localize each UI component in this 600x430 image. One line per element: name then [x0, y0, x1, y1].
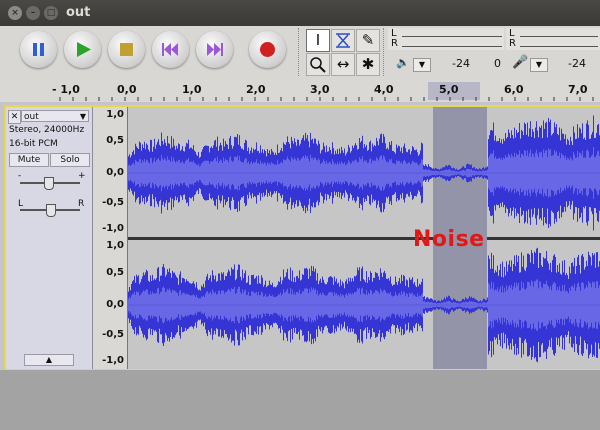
channel-divider — [128, 237, 600, 240]
minimize-window-icon[interactable]: – — [26, 6, 40, 20]
scale-label: -0,5 — [102, 329, 124, 340]
skip-start-icon — [152, 31, 189, 68]
meter-bar — [402, 29, 502, 37]
time-shift-tool-icon[interactable]: ↔ — [331, 53, 355, 76]
mute-button[interactable]: Mute — [9, 153, 49, 167]
pause-icon — [20, 31, 57, 68]
scale-label: 1,0 — [106, 240, 124, 251]
gain-plus-label: + — [78, 171, 86, 181]
multi-tool-icon[interactable]: ✱ — [356, 53, 380, 76]
record-level: -24 — [568, 57, 586, 70]
speaker-icon: 🔈 — [396, 56, 410, 69]
track-name-menu[interactable]: out ▼ — [21, 110, 89, 122]
scale-label: -0,5 — [102, 197, 124, 208]
scale-label: 0,0 — [106, 299, 124, 310]
pan-left-label: L — [18, 199, 24, 209]
playback-meter[interactable]: L R — [388, 28, 504, 50]
gain-minus-label: - — [18, 171, 22, 181]
scale-label: -1,0 — [102, 355, 124, 366]
timeline-ruler[interactable]: - 1,0 0,0 1,0 2,0 3,0 4,0 5,0 6,0 7,0 — [0, 80, 600, 103]
scale-label: 0,0 — [106, 167, 124, 178]
playback-level-mid: 0 — [494, 57, 501, 70]
toolbar-separator — [298, 28, 303, 76]
track-area: ✕ out ▼ Stereo, 24000Hz 16-bit PCM Mute … — [0, 102, 600, 371]
close-track-icon[interactable]: ✕ — [8, 110, 21, 124]
chevron-down-icon: ▼ — [79, 112, 86, 121]
microphone-icon: 🎤 — [512, 55, 529, 70]
scale-label: 1,0 — [106, 109, 124, 120]
audio-track[interactable]: ✕ out ▼ Stereo, 24000Hz 16-bit PCM Mute … — [4, 105, 600, 371]
collapse-arrow-icon: ▲ — [45, 355, 53, 364]
scale-label: 0,5 — [106, 267, 124, 278]
amplitude-scale: 1,0 0,5 0,0 -0,5 -1,0 1,0 0,5 0,0 -0,5 -1,0 — [93, 107, 128, 369]
playback-level-left: -24 — [452, 57, 470, 70]
waveform-display[interactable] — [128, 107, 600, 369]
meter-bar — [402, 39, 502, 47]
toolbar: I ✎ ↔ ✱ L R L R 🔈 ▼ -24 0 🎤 ▼ -24 — [0, 26, 600, 81]
pan-slider-thumb[interactable] — [46, 204, 56, 217]
scale-label: -1,0 — [102, 223, 124, 234]
track-control-panel: ✕ out ▼ Stereo, 24000Hz 16-bit PCM Mute … — [6, 107, 93, 369]
pause-button[interactable] — [20, 31, 57, 68]
close-window-icon[interactable]: × — [8, 6, 22, 20]
meter-r-label: R — [509, 38, 516, 49]
skip-end-icon — [196, 31, 233, 68]
record-meter-dropdown[interactable]: ▼ — [530, 58, 548, 72]
collapse-track-button[interactable]: ▲ — [24, 354, 74, 366]
noise-annotation: Noise — [413, 227, 485, 252]
skip-to-start-button[interactable] — [152, 31, 189, 68]
play-button[interactable] — [64, 31, 101, 68]
meter-bar — [520, 39, 598, 47]
meter-bar — [520, 29, 598, 37]
stop-icon — [108, 31, 145, 68]
title-bar: × – □ out — [0, 0, 600, 26]
selection-tool-icon[interactable]: I — [306, 29, 330, 52]
zoom-tool-icon[interactable] — [306, 53, 330, 76]
track-bitdepth: 16-bit PCM — [9, 139, 58, 149]
record-icon — [249, 31, 286, 68]
playback-meter-dropdown[interactable]: ▼ — [413, 58, 431, 72]
stop-button[interactable] — [108, 31, 145, 68]
scale-label: 0,5 — [106, 135, 124, 146]
meter-r-label: R — [391, 38, 398, 49]
solo-button[interactable]: Solo — [50, 153, 90, 167]
pan-right-label: R — [78, 199, 85, 209]
play-icon — [64, 31, 101, 68]
record-button[interactable] — [249, 31, 286, 68]
envelope-tool-icon[interactable] — [331, 29, 355, 52]
skip-to-end-button[interactable] — [196, 31, 233, 68]
record-meter[interactable]: L R — [506, 28, 600, 50]
track-name: out — [24, 112, 39, 122]
maximize-window-icon[interactable]: □ — [44, 6, 58, 20]
track-format: Stereo, 24000Hz — [9, 125, 85, 135]
draw-tool-icon[interactable]: ✎ — [356, 29, 380, 52]
empty-workspace — [0, 370, 600, 430]
gain-slider-thumb[interactable] — [44, 177, 54, 190]
window-title: out — [66, 5, 91, 20]
